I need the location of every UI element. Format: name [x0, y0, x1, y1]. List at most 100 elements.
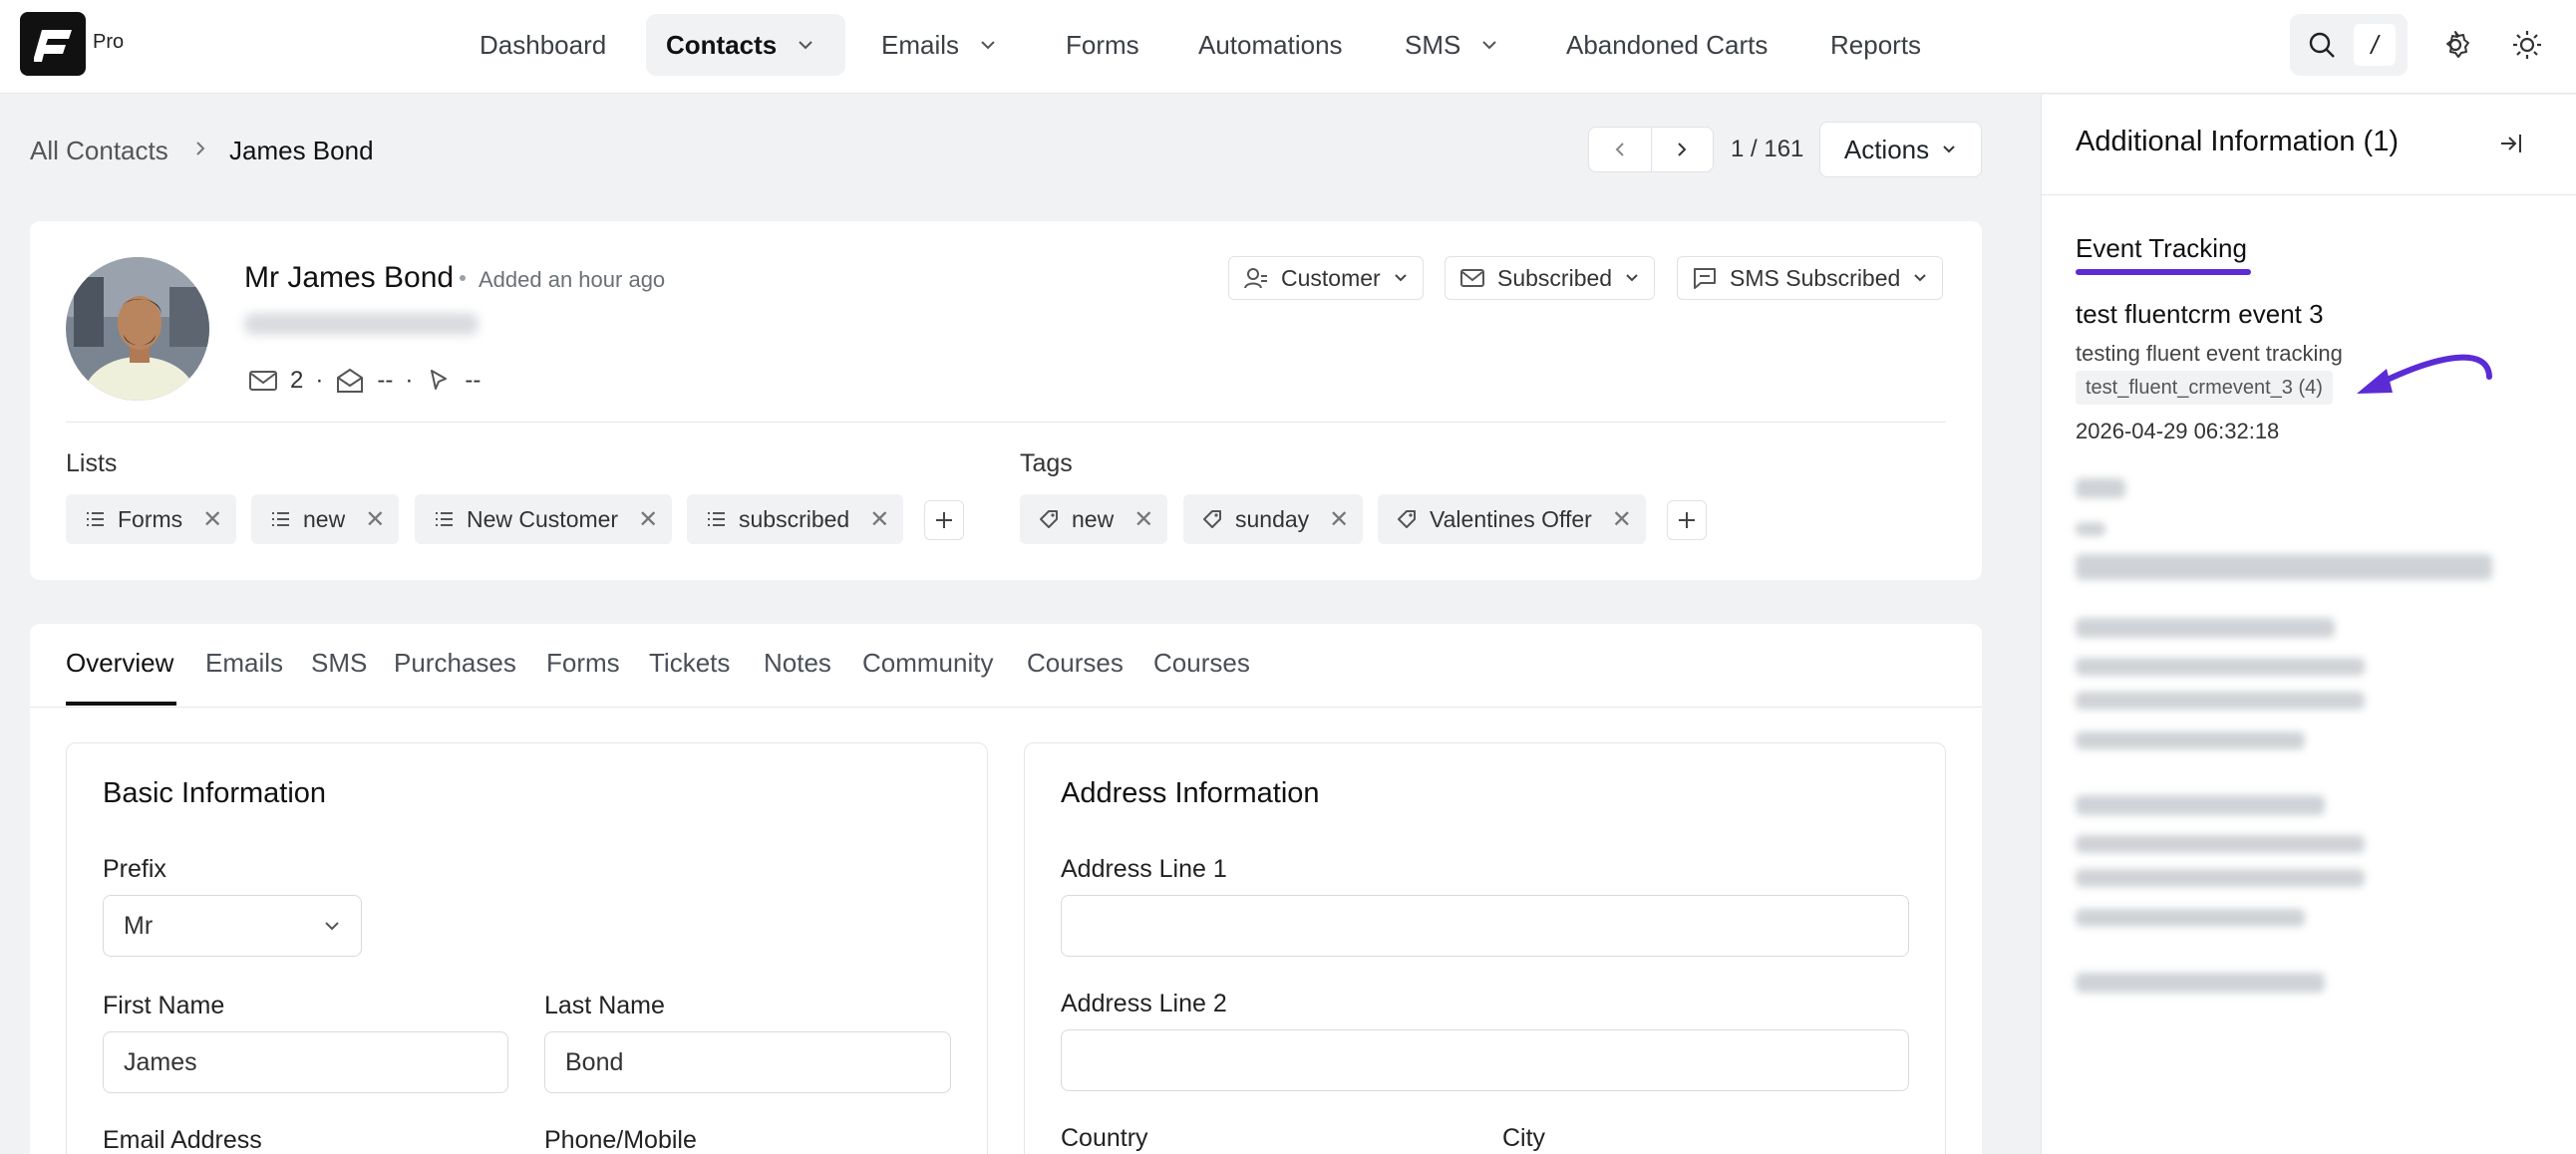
prefix-value: Mr — [124, 911, 154, 940]
blurred-event — [2076, 478, 2125, 498]
list-chip: New Customer ✕ — [415, 494, 673, 544]
mail-open-icon — [337, 368, 364, 393]
pager-count: 1 / 161 — [1731, 136, 1804, 162]
event-key: test_fluent_crmevent_3 — [2086, 376, 2293, 399]
message-icon — [1694, 268, 1716, 289]
sms-status-select[interactable]: SMS Subscribed — [1677, 256, 1944, 300]
nav-abandoned-carts[interactable]: Abandoned Carts — [1546, 14, 1787, 76]
search-button[interactable] — [2302, 26, 2342, 64]
blurred-event — [2076, 522, 2105, 536]
nav-emails[interactable]: Emails — [861, 14, 1017, 76]
previous-contact-button[interactable] — [1589, 128, 1651, 171]
nav-reports[interactable]: Reports — [1810, 14, 1941, 76]
address-information-title: Address Information — [1061, 777, 1320, 809]
add-tag-button[interactable] — [1667, 500, 1707, 540]
address-line-2-label: Address Line 2 — [1061, 990, 1227, 1017]
mail-icon — [249, 371, 277, 391]
emails-sent-count: 2 — [290, 367, 304, 394]
address-line-2-field[interactable] — [1061, 1029, 1909, 1091]
chevron-left-icon — [1615, 143, 1624, 156]
email-address-label: Email Address — [103, 1126, 262, 1154]
theme-toggle-button[interactable] — [2508, 26, 2546, 64]
list-icon — [272, 512, 289, 526]
add-list-button[interactable] — [924, 500, 964, 540]
remove-tag-button[interactable]: ✕ — [1612, 505, 1632, 534]
settings-button[interactable] — [2436, 26, 2474, 64]
chevron-down-icon — [799, 41, 812, 50]
tag-icon — [1040, 510, 1058, 528]
nav-dashboard[interactable]: Dashboard — [460, 14, 626, 76]
tabs-divider — [30, 707, 1982, 708]
list-chip: new ✕ — [251, 494, 400, 544]
tag-chip: Valentines Offer ✕ — [1378, 494, 1646, 544]
plus-icon — [1679, 512, 1695, 528]
blurred-event — [2076, 618, 2335, 638]
list-chip-label: subscribed — [739, 505, 850, 532]
tag-icon — [1398, 510, 1416, 528]
event-tracking-indicator — [2076, 269, 2251, 275]
chevron-right-icon — [1678, 143, 1687, 156]
first-name-field[interactable]: James — [103, 1031, 508, 1093]
remove-list-button[interactable]: ✕ — [869, 505, 889, 534]
address-line-1-field[interactable] — [1061, 895, 1909, 957]
event-key-badge: test_fluent_crmevent_3 (4) — [2076, 371, 2333, 405]
remove-list-button[interactable]: ✕ — [638, 505, 658, 534]
tab-notes[interactable]: Notes — [764, 648, 831, 679]
tab-overview[interactable]: Overview — [66, 648, 173, 679]
nav-forms-label: Forms — [1066, 29, 1139, 60]
tab-sms[interactable]: SMS — [311, 648, 367, 679]
remove-list-button[interactable]: ✕ — [202, 505, 222, 534]
app-logo[interactable] — [20, 12, 86, 76]
profile-divider — [66, 422, 1946, 423]
blurred-event — [2076, 692, 2365, 710]
nav-automations[interactable]: Automations — [1178, 14, 1363, 76]
actions-button[interactable]: Actions — [1819, 122, 1982, 177]
actions-label: Actions — [1843, 134, 1930, 164]
collapse-sidebar-button[interactable] — [2498, 132, 2524, 155]
event-timestamp: 2026-04-29 06:32:18 — [2076, 419, 2280, 443]
sms-status-label: SMS Subscribed — [1730, 264, 1901, 291]
nav-emails-label: Emails — [881, 29, 960, 60]
tab-community[interactable]: Community — [862, 648, 993, 679]
contact-pager — [1588, 127, 1714, 172]
blurred-event — [2076, 973, 2325, 993]
blurred-event — [2076, 795, 2325, 815]
tab-tickets[interactable]: Tickets — [649, 648, 730, 679]
active-tab-indicator — [66, 702, 176, 706]
nav-contacts[interactable]: Contacts — [646, 14, 845, 76]
first-name-label: First Name — [103, 992, 225, 1019]
remove-tag-button[interactable]: ✕ — [1133, 505, 1153, 534]
sun-icon — [2513, 31, 2541, 59]
list-chip: Forms ✕ — [66, 494, 237, 544]
avatar[interactable] — [66, 257, 209, 401]
chevron-down-icon — [1914, 274, 1927, 282]
email-status-select[interactable]: Subscribed — [1445, 256, 1656, 300]
mail-icon — [1460, 269, 1484, 287]
tab-emails[interactable]: Emails — [205, 648, 283, 679]
search-group: / — [2290, 14, 2408, 76]
city-label: City — [1502, 1124, 1546, 1152]
nav-sms[interactable]: SMS — [1385, 14, 1518, 76]
top-navigation: Pro Dashboard Contacts Emails Forms Auto… — [0, 0, 2576, 94]
last-name-field[interactable]: Bond — [544, 1031, 951, 1093]
nav-sms-label: SMS — [1405, 29, 1461, 60]
chevron-down-icon — [1626, 274, 1638, 282]
shortcut-key: / — [2354, 24, 2396, 66]
remove-list-button[interactable]: ✕ — [365, 505, 385, 534]
prefix-select[interactable]: Mr — [103, 895, 362, 957]
list-icon — [436, 512, 453, 526]
tab-event-tracking[interactable]: Event Tracking — [2076, 233, 2247, 264]
tab-forms[interactable]: Forms — [546, 648, 620, 679]
tag-icon — [1203, 510, 1221, 528]
tab-purchases[interactable]: Purchases — [394, 648, 516, 679]
chevron-down-icon — [325, 922, 339, 931]
tab-courses[interactable]: Courses — [1027, 648, 1124, 679]
next-contact-button[interactable] — [1650, 128, 1714, 171]
remove-tag-button[interactable]: ✕ — [1329, 505, 1349, 534]
breadcrumb-all-contacts[interactable]: All Contacts — [30, 136, 168, 166]
tab-courses[interactable]: Courses — [1153, 648, 1250, 679]
tag-chip: new ✕ — [1020, 494, 1168, 544]
contact-type-select[interactable]: Customer — [1228, 256, 1424, 300]
nav-forms[interactable]: Forms — [1046, 14, 1159, 76]
list-chip-label: Forms — [118, 505, 183, 532]
